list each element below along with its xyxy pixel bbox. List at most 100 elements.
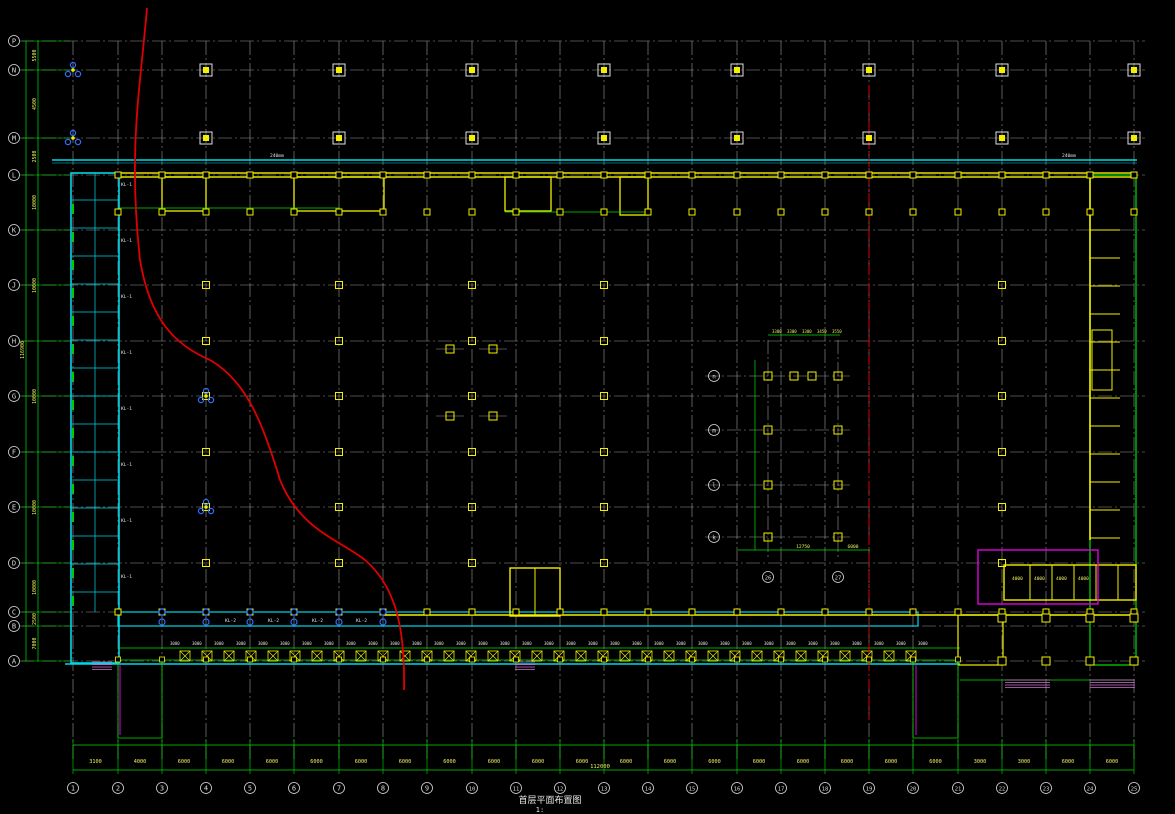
wall-column xyxy=(1041,613,1051,623)
wall-column xyxy=(1130,208,1138,216)
beam-label: KL-1 xyxy=(121,350,132,356)
south-dim-text: 3000 xyxy=(698,641,708,646)
south-dim-text: 3000 xyxy=(258,641,268,646)
col-axis-bubble: 14 xyxy=(642,782,654,794)
dim-text-bay: 6000 xyxy=(443,759,456,765)
south-dim-text: 3000 xyxy=(720,641,730,646)
south-dim-text: 3000 xyxy=(522,641,532,646)
col-axis-bubble: 23 xyxy=(1040,782,1052,794)
wall-column xyxy=(777,608,785,616)
side-top-dim-text: 3300 xyxy=(772,329,782,334)
row-axis-bubble: J xyxy=(8,279,20,291)
dim-text-bay: 6000 xyxy=(1106,759,1119,765)
dim-text-bay: 6000 xyxy=(532,759,545,765)
wall-column xyxy=(246,171,254,179)
dim-text-bay: 6000 xyxy=(620,759,633,765)
wall-column xyxy=(335,171,343,179)
col-axis-bubble: 24 xyxy=(1084,782,1096,794)
col-axis-label: 11 xyxy=(513,787,520,793)
wall-column xyxy=(644,208,652,216)
col-axis-bubble: 5 xyxy=(244,782,256,794)
se-dim-text: 4000 xyxy=(1012,576,1023,582)
wall-column xyxy=(380,656,386,663)
crossed-box xyxy=(443,650,455,662)
wall-column xyxy=(688,208,696,216)
se-rooms xyxy=(1003,564,1137,601)
crossed-box xyxy=(663,650,675,662)
crossed-box xyxy=(751,650,763,662)
wall-column xyxy=(865,608,873,616)
wall-column xyxy=(335,208,343,216)
outer-column xyxy=(469,67,475,73)
south-dim-text: 3000 xyxy=(852,641,862,646)
south-dim-text: 3000 xyxy=(918,641,928,646)
wall-column xyxy=(644,608,652,616)
col-axis-bubble: 12 xyxy=(554,782,566,794)
wall-column xyxy=(997,613,1007,623)
beam-label-south: KL-2 xyxy=(225,618,236,624)
side-row-label: k xyxy=(712,535,716,542)
outer-column xyxy=(999,135,1005,141)
dim-text-bay: 6000 xyxy=(841,759,854,765)
col-axis-label: 7 xyxy=(337,785,341,793)
se-dim-text: 4000 xyxy=(1078,576,1089,582)
dim-text-bay: 6000 xyxy=(708,759,721,765)
south-dim-text: 3000 xyxy=(236,641,246,646)
col-axis-bubble: 4 xyxy=(200,782,212,794)
wall-column xyxy=(910,656,916,663)
dim-text-bay: 6000 xyxy=(885,759,898,765)
row-axis-bubble: B xyxy=(8,620,20,632)
dim-text-left: 2500 xyxy=(32,150,38,162)
col-axis-bubble: 11 xyxy=(510,782,522,794)
dim-text-bay: 3000 xyxy=(1018,759,1031,765)
beam-label: KL-1 xyxy=(121,182,132,188)
wall-column xyxy=(423,171,431,179)
wall-column xyxy=(689,656,695,663)
dim-text-left: 7000 xyxy=(32,637,38,649)
south-dim-text: 3000 xyxy=(500,641,510,646)
wall-column xyxy=(423,208,431,216)
col-axis-label: 16 xyxy=(734,787,741,793)
building-structure xyxy=(52,7,1137,739)
crossed-box xyxy=(399,650,411,662)
wall-column xyxy=(158,171,166,179)
south-dim-text: 3000 xyxy=(280,641,290,646)
wall-column xyxy=(600,608,608,616)
row-axis-label: B xyxy=(12,623,16,631)
wall-column xyxy=(688,608,696,616)
south-dim-text: 3000 xyxy=(676,641,686,646)
wall-column xyxy=(777,208,785,216)
crossed-box xyxy=(619,650,631,662)
col-axis-label: 13 xyxy=(601,787,608,793)
row-axis-label: A xyxy=(12,658,17,666)
row-axis-bubble: K xyxy=(8,224,20,236)
side-dim-text: 6000 xyxy=(847,544,858,550)
dim-text-bay: 6000 xyxy=(399,759,412,765)
col-axis-label: 8 xyxy=(381,785,385,793)
crossed-box xyxy=(531,650,543,662)
south-dim-text: 3000 xyxy=(214,641,224,646)
wall-column xyxy=(114,171,122,179)
wall-column xyxy=(203,656,209,663)
row-axis-bubble: C xyxy=(8,606,20,618)
row-axis-label: M xyxy=(12,135,16,143)
entrance-steps xyxy=(1090,679,1135,688)
ramp-right xyxy=(912,662,959,739)
drawing-scale-note: 1: xyxy=(536,806,544,814)
col-axis-label: 3 xyxy=(160,785,164,793)
wall-column xyxy=(822,656,828,663)
wall-column xyxy=(955,656,961,663)
top-room xyxy=(619,176,649,216)
se-stair-block xyxy=(957,614,1004,666)
dim-text-bay: 6000 xyxy=(266,759,279,765)
side-row-label: n xyxy=(712,374,716,381)
col-axis-label: 24 xyxy=(1087,787,1094,793)
row-axis-label: C xyxy=(12,609,16,617)
wall-column xyxy=(644,171,652,179)
cad-drawing-canvas[interactable]: 3100 4000 6000 6000 6000 6000 6000 6000 6000 6000… xyxy=(0,0,1175,814)
south-dim-text: 3000 xyxy=(170,641,180,646)
wall-column xyxy=(734,656,740,663)
crossed-box xyxy=(179,650,191,662)
wall-column xyxy=(379,171,387,179)
outer-column xyxy=(469,135,475,141)
